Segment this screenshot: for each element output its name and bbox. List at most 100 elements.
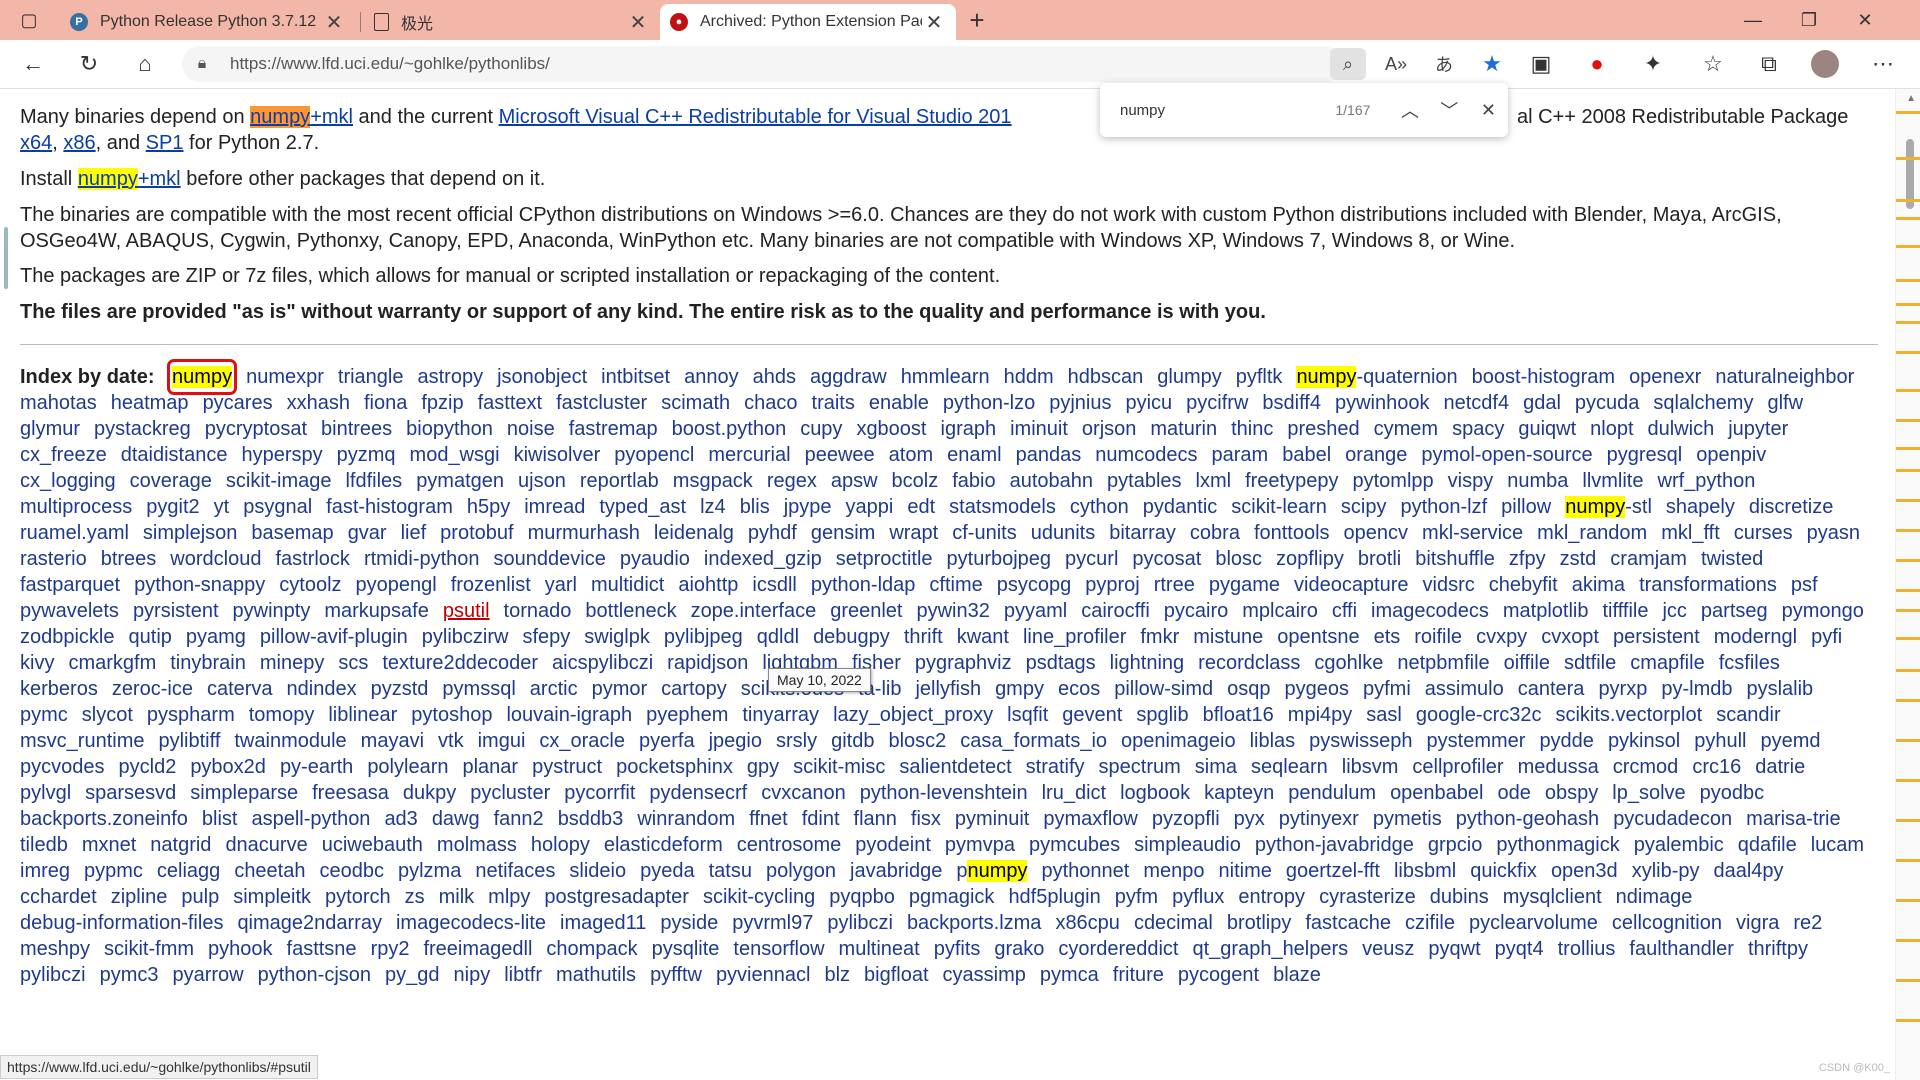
package-link-scikit-learn[interactable]: scikit-learn [1231,494,1327,520]
numpy-link[interactable]: numpy [77,168,138,190]
package-link-cheetah[interactable]: cheetah [234,858,305,884]
package-link-pydantic[interactable]: pydantic [1143,494,1218,520]
package-link-curses[interactable]: curses [1734,520,1793,546]
package-link-ndimage[interactable]: ndimage [1616,884,1693,910]
package-link-libsvm[interactable]: libsvm [1342,754,1399,780]
back-arrow-icon[interactable]: ← [16,48,50,80]
package-link-vigra[interactable]: vigra [1736,910,1779,936]
package-link-pyopengl[interactable]: pyopengl [356,572,437,598]
collections-icon[interactable]: ⧉ [1752,48,1786,80]
tab-python-release[interactable]: P Python Release Python 3.7.12 | P ✕ [60,4,356,40]
package-link-biopython[interactable]: biopython [406,416,493,442]
refresh-icon[interactable]: ↻ [72,48,106,80]
close-icon[interactable]: ✕ [626,10,650,35]
package-link-fmkr[interactable]: fmkr [1140,624,1179,650]
package-link-imaged11[interactable]: imaged11 [560,910,646,936]
package-link-dnacurve[interactable]: dnacurve [225,832,307,858]
tab-archived-python-extension[interactable]: ● Archived: Python Extension Pack ✕ [660,4,956,40]
package-link-pyfm[interactable]: pyfm [1115,884,1158,910]
package-link-pyemd[interactable]: pyemd [1760,728,1820,754]
package-link-babel[interactable]: babel [1282,442,1331,468]
package-link-openbabel[interactable]: openbabel [1390,780,1483,806]
package-link-pysqlite[interactable]: pysqlite [652,936,720,962]
package-link-lru-dict[interactable]: lru_dict [1042,780,1106,806]
package-link-lfdfiles[interactable]: lfdfiles [345,468,402,494]
package-link-spectrum[interactable]: spectrum [1099,754,1181,780]
favorites-icon[interactable]: ☆ [1696,48,1730,80]
package-link-cvxpy[interactable]: cvxpy [1476,624,1527,650]
package-link-wrapt[interactable]: wrapt [889,520,938,546]
package-link-pymol-open-source[interactable]: pymol-open-source [1421,442,1592,468]
package-link-fann2[interactable]: fann2 [494,806,544,832]
package-link-py-lmdb[interactable]: py-lmdb [1661,676,1732,702]
package-link-ruamel-yaml[interactable]: ruamel.yaml [20,520,129,546]
package-link-python-lzo[interactable]: python-lzo [943,390,1035,416]
package-link-pycorrfit[interactable]: pycorrfit [564,780,635,806]
package-link-hddm[interactable]: hddm [1004,364,1054,390]
package-link-pyephem[interactable]: pyephem [646,702,728,728]
package-link-zstd[interactable]: zstd [1560,546,1597,572]
package-link-glumpy[interactable]: glumpy [1157,364,1221,390]
package-link-yt[interactable]: yt [214,494,230,520]
package-link-freetypepy[interactable]: freetypepy [1245,468,1338,494]
package-link-elasticdeform[interactable]: elasticdeform [604,832,723,858]
package-link-simplejson[interactable]: simplejson [143,520,237,546]
package-link-pyzstd[interactable]: pyzstd [371,676,429,702]
package-link-re2[interactable]: re2 [1793,910,1822,936]
package-link-fastremap[interactable]: fastremap [569,416,658,442]
package-link-fasttsne[interactable]: fasttsne [287,936,357,962]
package-link-pymor[interactable]: pymor [592,676,648,702]
package-link-bsdiff4[interactable]: bsdiff4 [1262,390,1321,416]
package-link-grako[interactable]: grako [994,936,1044,962]
package-link-pycares[interactable]: pycares [203,390,273,416]
package-link-pymcubes[interactable]: pymcubes [1029,832,1120,858]
package-link-lz4[interactable]: lz4 [700,494,726,520]
package-link-libtfr[interactable]: libtfr [504,962,542,988]
package-link-msvc-runtime[interactable]: msvc_runtime [20,728,144,754]
package-link-pyrsistent[interactable]: pyrsistent [133,598,219,624]
package-link-pythonnet[interactable]: pythonnet [1041,858,1129,884]
package-link-grpcio[interactable]: grpcio [1428,832,1482,858]
package-link-chaco[interactable]: chaco [744,390,797,416]
package-link-open3d[interactable]: open3d [1551,858,1618,884]
package-link-tiledb[interactable]: tiledb [20,832,68,858]
package-link-python-javabridge[interactable]: python-javabridge [1255,832,1414,858]
package-link-pulp[interactable]: pulp [181,884,219,910]
package-link-cx-logging[interactable]: cx_logging [20,468,116,494]
package-link-nipy[interactable]: nipy [454,962,491,988]
package-link-scimath[interactable]: scimath [661,390,730,416]
package-link-qt-graph-helpers[interactable]: qt_graph_helpers [1192,936,1348,962]
package-link-rtree[interactable]: rtree [1154,572,1195,598]
package-link-pygame[interactable]: pygame [1209,572,1280,598]
package-link-bitshuffle[interactable]: bitshuffle [1415,546,1495,572]
package-link-pyhull[interactable]: pyhull [1694,728,1746,754]
package-link-cytoolz[interactable]: cytoolz [279,572,341,598]
package-link-indexed-gzip[interactable]: indexed_gzip [704,546,822,572]
package-link-blosc[interactable]: blosc [1215,546,1262,572]
close-icon[interactable]: ✕ [322,10,346,35]
package-link-simpleparse[interactable]: simpleparse [190,780,298,806]
package-link-imagecodecs[interactable]: imagecodecs [1371,598,1489,624]
package-link-postgresadapter[interactable]: postgresadapter [544,884,689,910]
package-link-zipline[interactable]: zipline [111,884,168,910]
package-link-swiglpk[interactable]: swiglpk [584,624,650,650]
package-link-pyfi[interactable]: pyfi [1811,624,1842,650]
package-link-typed-ast[interactable]: typed_ast [599,494,686,520]
package-link-pystackreg[interactable]: pystackreg [94,416,191,442]
package-link-frozenlist[interactable]: frozenlist [451,572,531,598]
package-link-glfw[interactable]: glfw [1767,390,1803,416]
package-link-xxhash[interactable]: xxhash [287,390,350,416]
package-link-leidenalg[interactable]: leidenalg [654,520,734,546]
mkl-link[interactable]: +mkl [138,168,181,190]
package-link-pnumpy[interactable]: pnumpy [956,858,1028,884]
package-link-molmass[interactable]: molmass [437,832,517,858]
package-link-scikit-misc[interactable]: scikit-misc [793,754,885,780]
favorite-star-icon[interactable]: ★ [1474,48,1510,80]
package-link-pymc3[interactable]: pymc3 [100,962,159,988]
package-link-zeroc-ice[interactable]: zeroc-ice [112,676,193,702]
package-link-preshed[interactable]: preshed [1287,416,1359,442]
package-link-imgui[interactable]: imgui [478,728,526,754]
package-link-imagecodecs-lite[interactable]: imagecodecs-lite [396,910,546,936]
package-link-pyerfa[interactable]: pyerfa [639,728,695,754]
package-link-dawg[interactable]: dawg [432,806,480,832]
